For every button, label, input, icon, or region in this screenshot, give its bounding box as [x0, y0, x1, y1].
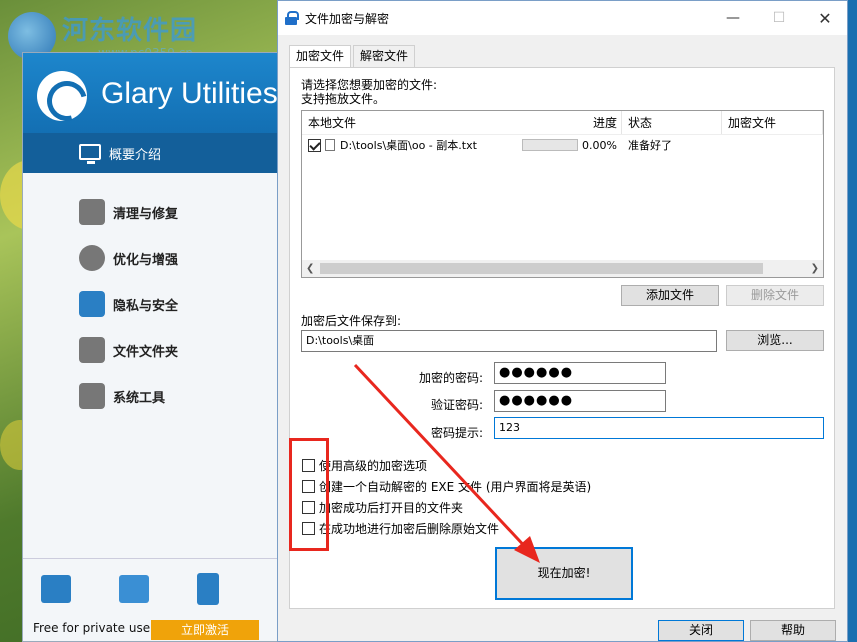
- sidebar-item-privacy[interactable]: 隐私与安全: [23, 281, 277, 327]
- license-text: Free for private use: [33, 621, 151, 635]
- option-label: 加密成功后打开目的文件夹: [319, 501, 464, 515]
- status-cell: 准备好了: [628, 139, 672, 152]
- option-label: 在成功地进行加密后删除原始文件: [319, 522, 500, 536]
- file-list[interactable]: 本地文件 进度 状态 加密文件 D:\tools\桌面\oo - 副本.txt …: [301, 110, 824, 278]
- glary-header: Glary Utilities: [23, 53, 278, 133]
- tab-encrypt[interactable]: 加密文件: [289, 45, 352, 68]
- option-delete-original[interactable]: 在成功地进行加密后删除原始文件: [302, 520, 499, 537]
- sidebar-item-label: 清理与修复: [113, 206, 179, 222]
- table-row[interactable]: D:\tools\桌面\oo - 副本.txt 0.00% 准备好了: [302, 135, 823, 155]
- sidebar-item-label: 文件文件夹: [113, 344, 179, 360]
- text-file-icon: [325, 139, 335, 151]
- glary-menu: 清理与修复 优化与增强 隐私与安全 文件文件夹 系统工具: [23, 173, 277, 419]
- instruction-line: 支持拖放文件。: [301, 92, 386, 106]
- dialog-tabs: 加密文件 解密文件: [289, 45, 417, 68]
- sidebar-item-label: 隐私与安全: [113, 298, 179, 314]
- browse-button[interactable]: 浏览...: [726, 330, 824, 351]
- sidebar-item-clean-repair[interactable]: 清理与修复: [23, 189, 277, 235]
- option-self-decrypt-exe[interactable]: 创建一个自动解密的 EXE 文件 (用户界面将是英语): [302, 478, 591, 495]
- wrench-icon: [79, 199, 105, 225]
- background-window-edge: [848, 0, 857, 642]
- glary-quick-toolbar: [23, 558, 277, 618]
- watermark-text: 河东软件园: [62, 16, 198, 46]
- scroll-left-icon[interactable]: ❮: [306, 263, 314, 274]
- annotation-highlight-box: [289, 438, 329, 551]
- delete-file-button: 删除文件: [726, 285, 824, 306]
- cleaner-icon[interactable]: [197, 572, 219, 605]
- sidebar-item-system-tools[interactable]: 系统工具: [23, 373, 277, 419]
- close-button[interactable]: 关闭: [658, 620, 744, 641]
- column-header-encrypted[interactable]: 加密文件: [722, 111, 823, 134]
- toolbox-icon: [79, 383, 105, 409]
- column-header-status[interactable]: 状态: [622, 111, 722, 134]
- scroll-right-icon[interactable]: ❯: [811, 263, 819, 274]
- progress-cell: 0.00%: [522, 139, 622, 152]
- password-label: 加密的密码:: [419, 371, 484, 385]
- disk-icon[interactable]: [41, 574, 71, 603]
- file-list-header: 本地文件 进度 状态 加密文件: [302, 111, 823, 135]
- activate-button[interactable]: 立即激活: [151, 620, 259, 640]
- dialog-title: 文件加密与解密: [305, 11, 390, 26]
- tab-decrypt[interactable]: 解密文件: [353, 45, 416, 67]
- password-input[interactable]: ●●●●●●: [494, 362, 666, 384]
- progress-bar: [522, 139, 578, 151]
- grid-broom-icon[interactable]: [119, 574, 149, 603]
- column-header-file[interactable]: 本地文件 进度: [302, 111, 622, 134]
- encrypt-now-button[interactable]: 现在加密!: [495, 547, 633, 600]
- help-button[interactable]: 帮助: [750, 620, 836, 641]
- close-window-button[interactable]: ✕: [802, 1, 848, 35]
- minimize-button[interactable]: —: [710, 1, 756, 35]
- column-label: 本地文件: [308, 116, 357, 130]
- sidebar-item-optimize[interactable]: 优化与增强: [23, 235, 277, 281]
- tab-overview[interactable]: 概要介绍: [23, 133, 277, 173]
- password-hint-input[interactable]: 123: [494, 417, 824, 439]
- file-path: D:\tools\桌面\oo - 副本.txt: [340, 139, 477, 152]
- option-label: 使用高级的加密选项: [319, 459, 428, 473]
- add-file-button[interactable]: 添加文件: [621, 285, 719, 306]
- check-circle-icon: [79, 245, 105, 271]
- sidebar-item-files[interactable]: 文件文件夹: [23, 327, 277, 373]
- dialog-titlebar[interactable]: 文件加密与解密 — ☐ ✕: [278, 1, 847, 35]
- glary-logo-icon: [37, 71, 87, 121]
- scrollbar-thumb[interactable]: [320, 263, 763, 274]
- tab-overview-label: 概要介绍: [109, 147, 162, 163]
- instruction-text: 请选择您想要加密的文件: 支持拖放文件。: [301, 78, 437, 106]
- horizontal-scrollbar[interactable]: ❮ ❯: [302, 260, 823, 277]
- verify-password-input[interactable]: ●●●●●●: [494, 390, 666, 412]
- glary-title: Glary Utilities: [101, 77, 278, 110]
- save-path-input[interactable]: D:\tools\桌面: [301, 330, 717, 352]
- maximize-button: ☐: [772, 10, 786, 26]
- progress-value: 0.00%: [582, 138, 617, 152]
- glary-utilities-window: Glary Utilities 概要介绍 清理与修复 优化与增强 隐私与安全 文…: [22, 52, 278, 642]
- password-hint-label: 密码提示:: [431, 426, 484, 440]
- instruction-line: 请选择您想要加密的文件:: [301, 78, 438, 92]
- option-label: 创建一个自动解密的 EXE 文件 (用户界面将是英语): [319, 480, 592, 494]
- user-lock-icon: [79, 291, 105, 317]
- verify-password-label: 验证密码:: [431, 398, 484, 412]
- file-cell: D:\tools\桌面\oo - 副本.txt: [302, 137, 522, 153]
- lock-icon: [285, 11, 299, 25]
- column-header-progress[interactable]: 进度: [593, 111, 617, 135]
- encrypt-dialog: 文件加密与解密 — ☐ ✕ 加密文件 解密文件 请选择您想要加密的文件: 支持拖…: [277, 0, 848, 642]
- encrypt-panel: 请选择您想要加密的文件: 支持拖放文件。 本地文件 进度 状态 加密文件 D:\…: [289, 67, 835, 609]
- sidebar-item-label: 系统工具: [113, 390, 166, 406]
- sidebar-item-label: 优化与增强: [113, 252, 179, 268]
- row-checkbox[interactable]: [308, 138, 321, 152]
- folder-icon: [79, 337, 105, 363]
- save-to-label: 加密后文件保存到:: [301, 314, 402, 328]
- glary-footer: Free for private use 立即激活: [23, 615, 277, 641]
- monitor-icon: [79, 144, 101, 164]
